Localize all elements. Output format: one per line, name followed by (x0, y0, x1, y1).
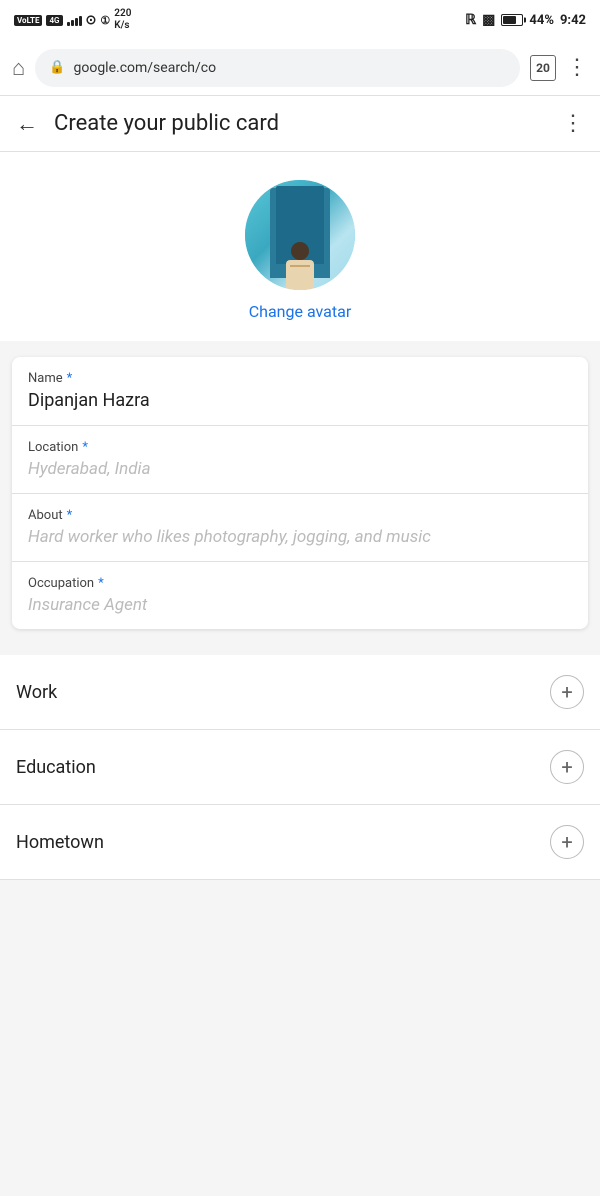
work-label: Work (16, 682, 57, 703)
hometown-label: Hometown (16, 832, 104, 853)
about-label: About * (28, 508, 572, 523)
page-title: Create your public card (54, 111, 546, 136)
about-placeholder[interactable]: Hard worker who likes photography, joggi… (28, 527, 572, 547)
work-section: Work + (0, 655, 600, 730)
browser-menu-icon[interactable]: ⋮ (566, 55, 588, 80)
page-menu-icon[interactable]: ⋮ (562, 111, 584, 136)
wifi-icon: ⊙ (86, 13, 97, 28)
sim-info: ① (100, 14, 110, 27)
bluetooth-icon: ℝ (465, 12, 476, 28)
name-value[interactable]: Dipanjan Hazra (28, 390, 572, 411)
tab-count[interactable]: 20 (530, 55, 556, 81)
location-placeholder[interactable]: Hyderabad, India (28, 459, 572, 479)
time-display: 9:42 (560, 13, 586, 28)
occupation-placeholder[interactable]: Insurance Agent (28, 595, 572, 615)
battery-percent: 44% (529, 13, 554, 28)
speed-display: 220 K/s (114, 8, 131, 32)
about-required-star: * (67, 508, 73, 523)
avatar (245, 180, 355, 290)
location-required-star: * (82, 440, 88, 455)
status-right: ℝ ▩ 44% 9:42 (465, 12, 586, 28)
occupation-required-star: * (98, 576, 104, 591)
location-label: Location * (28, 440, 572, 455)
url-text: google.com/search/co (73, 60, 216, 76)
education-label: Education (16, 757, 96, 778)
form-card: Name * Dipanjan Hazra Location * Hyderab… (12, 357, 588, 629)
network-badge: 4G (46, 15, 62, 26)
about-field[interactable]: About * Hard worker who likes photograph… (12, 494, 588, 562)
occupation-field[interactable]: Occupation * Insurance Agent (12, 562, 588, 629)
signal-icon (67, 14, 82, 26)
education-add-button[interactable]: + (550, 750, 584, 784)
battery-icon (501, 14, 523, 26)
hometown-section: Hometown + (0, 805, 600, 880)
name-label: Name * (28, 371, 572, 386)
browser-bar: ⌂ 🔒 google.com/search/co 20 ⋮ (0, 40, 600, 96)
name-required-star: * (67, 371, 73, 386)
page-header: ← Create your public card ⋮ (0, 96, 600, 152)
name-field[interactable]: Name * Dipanjan Hazra (12, 357, 588, 426)
status-left: VoLTE 4G ⊙ ① 220 K/s (14, 8, 131, 32)
location-field[interactable]: Location * Hyderabad, India (12, 426, 588, 494)
occupation-label: Occupation * (28, 576, 572, 591)
status-bar: VoLTE 4G ⊙ ① 220 K/s ℝ ▩ 44% 9:42 (0, 0, 600, 40)
back-button[interactable]: ← (16, 111, 38, 137)
lock-icon: 🔒 (49, 60, 65, 75)
hometown-add-button[interactable]: + (550, 825, 584, 859)
work-add-button[interactable]: + (550, 675, 584, 709)
url-bar[interactable]: 🔒 google.com/search/co (35, 49, 520, 87)
home-icon[interactable]: ⌂ (12, 55, 25, 81)
change-avatar-button[interactable]: Change avatar (249, 302, 351, 321)
avatar-section: Change avatar (0, 152, 600, 341)
vibrate-icon: ▩ (482, 12, 495, 28)
education-section: Education + (0, 730, 600, 805)
spacer (0, 645, 600, 655)
volte-badge: VoLTE (14, 15, 42, 26)
